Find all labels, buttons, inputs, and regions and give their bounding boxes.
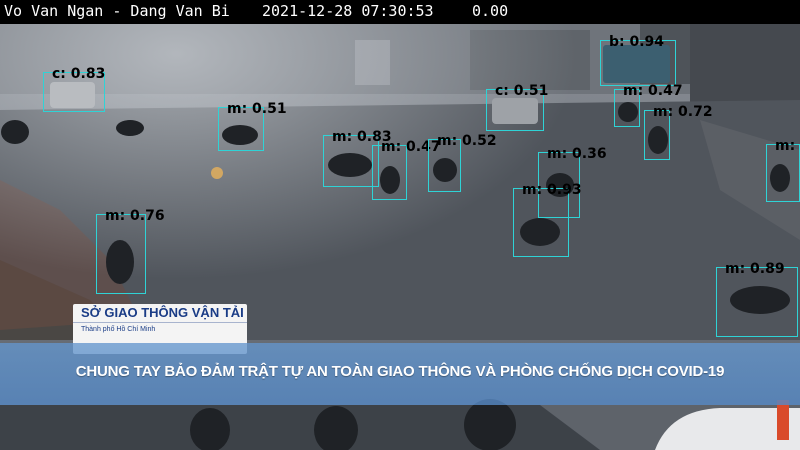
camera-info-bar: Vo Van Ngan - Dang Van Bi 2021-12-28 07:… bbox=[0, 0, 800, 24]
detection-label: m: 0.52 bbox=[437, 133, 497, 149]
detection-box: m: 0.93 bbox=[513, 182, 582, 257]
logo-subtitle: Thành phố Hồ Chí Minh bbox=[81, 326, 156, 333]
detection-label: c: 0.83 bbox=[52, 66, 106, 82]
camera-timestamp: 2021-12-28 07:30:53 bbox=[262, 2, 434, 20]
detection-box: m: 0.52 bbox=[428, 133, 497, 192]
logo-divider bbox=[73, 322, 247, 323]
safety-banner: CHUNG TAY BẢO ĐẢM TRẬT TỰ AN TOÀN GIAO T… bbox=[0, 343, 800, 405]
detection-box: m: 0.72 bbox=[644, 104, 713, 160]
banner-text: CHUNG TAY BẢO ĐẢM TRẬT TỰ AN TOÀN GIAO T… bbox=[75, 363, 725, 380]
detection-box: m: 0.51 bbox=[218, 101, 287, 151]
camera-frame: Vo Van Ngan - Dang Van Bi 2021-12-28 07:… bbox=[0, 0, 800, 450]
detection-label: m: 0.76 bbox=[105, 208, 165, 224]
detection-box: c: 0.83 bbox=[43, 66, 105, 112]
detection-label: c: 0.51 bbox=[495, 83, 549, 99]
detection-box: m: 0.83 bbox=[323, 129, 392, 187]
detection-box: m: 0.47 bbox=[614, 83, 683, 127]
detection-box: m: 0.89 bbox=[716, 261, 798, 337]
detection-box: m: bbox=[766, 138, 800, 202]
detection-box: m: 0.47 bbox=[372, 139, 441, 200]
detection-label: m: 0.72 bbox=[653, 104, 713, 120]
detection-label: b: 0.94 bbox=[609, 34, 665, 50]
detection-label: m: 0.93 bbox=[522, 182, 582, 198]
detection-box: c: 0.51 bbox=[486, 83, 548, 131]
detection-label: m: bbox=[775, 138, 796, 154]
camera-location: Vo Van Ngan - Dang Van Bi bbox=[4, 2, 230, 20]
detection-label: m: 0.47 bbox=[623, 83, 683, 99]
detection-box: m: 0.76 bbox=[96, 208, 165, 294]
detection-label: m: 0.36 bbox=[547, 146, 607, 162]
logo-title: SỞ GIAO THÔNG VẬN TẢI bbox=[81, 305, 244, 320]
camera-value: 0.00 bbox=[472, 2, 509, 20]
detection-label: m: 0.89 bbox=[725, 261, 785, 277]
detection-label: m: 0.51 bbox=[227, 101, 287, 117]
detection-box: b: 0.94 bbox=[600, 34, 676, 86]
